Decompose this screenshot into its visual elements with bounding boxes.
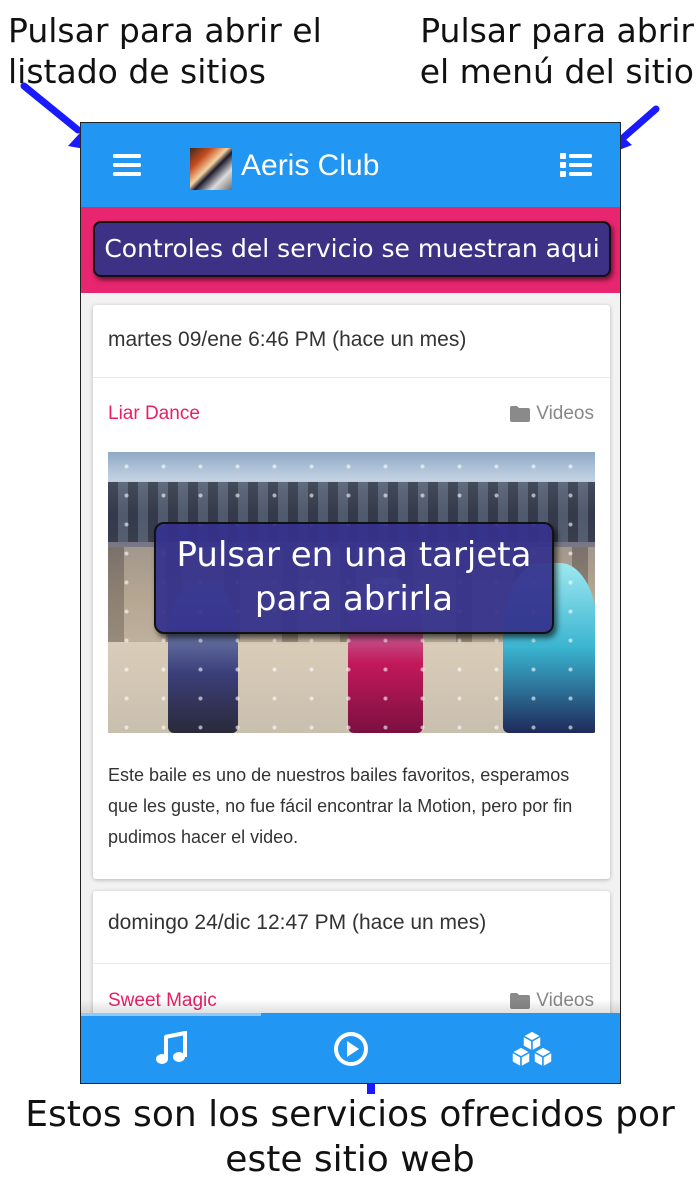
post-date: domingo 24/dic 12:47 PM (hace un mes): [108, 911, 487, 934]
service-controls-area: Controles del servicio se muestran aqui: [81, 207, 620, 293]
play-circle-icon: [334, 1032, 368, 1066]
top-app-bar: Aeris Club: [81, 123, 620, 207]
divider: [93, 963, 610, 964]
post-category: Videos: [510, 403, 594, 425]
service-controls-callout: Controles del servicio se muestran aqui: [93, 221, 611, 277]
folder-icon: [510, 406, 531, 422]
site-logo: [190, 148, 232, 190]
site-title: Aeris Club: [241, 149, 380, 182]
service-controls-label: Controles del servicio se muestran aqui: [104, 234, 600, 263]
phone-frame: Aeris Club Controles del servicio se mue…: [80, 122, 621, 1084]
card-tap-label: Pulsar en una tarjeta para abrirla: [176, 535, 532, 619]
card-tap-callout: Pulsar en una tarjeta para abrirla: [154, 522, 554, 634]
site-menu-button[interactable]: [560, 151, 592, 179]
tab-music[interactable]: [81, 1013, 261, 1083]
list-icon: [560, 153, 592, 177]
cubes-icon: [510, 1030, 554, 1069]
annotation-site-list: Pulsar para abrir el listado de sitios: [8, 11, 322, 92]
annotation-site-menu: Pulsar para abrir el menú del sitio: [419, 11, 694, 92]
music-note-icon: [156, 1031, 187, 1064]
scroll-shadow: [81, 999, 620, 1013]
tab-video[interactable]: [261, 1013, 441, 1083]
post-title-link[interactable]: Liar Dance: [108, 403, 200, 425]
post-card[interactable]: martes 09/ene 6:46 PM (hace un mes) Liar…: [93, 305, 610, 879]
site-list-button[interactable]: [113, 151, 143, 179]
hamburger-menu-icon: [113, 154, 141, 176]
post-date: martes 09/ene 6:46 PM (hace un mes): [108, 328, 467, 351]
post-description: Este baile es uno de nuestros bailes fav…: [108, 765, 573, 847]
annotation-services: Estos son los servicios ofrecidos por es…: [25, 1094, 675, 1180]
post-thumbnail[interactable]: Pulsar en una tarjeta para abrirla: [108, 452, 595, 733]
bottom-navigation: [81, 1013, 620, 1083]
tab-cubes[interactable]: [442, 1013, 620, 1083]
post-category-label: Videos: [536, 403, 594, 424]
divider: [93, 377, 610, 378]
